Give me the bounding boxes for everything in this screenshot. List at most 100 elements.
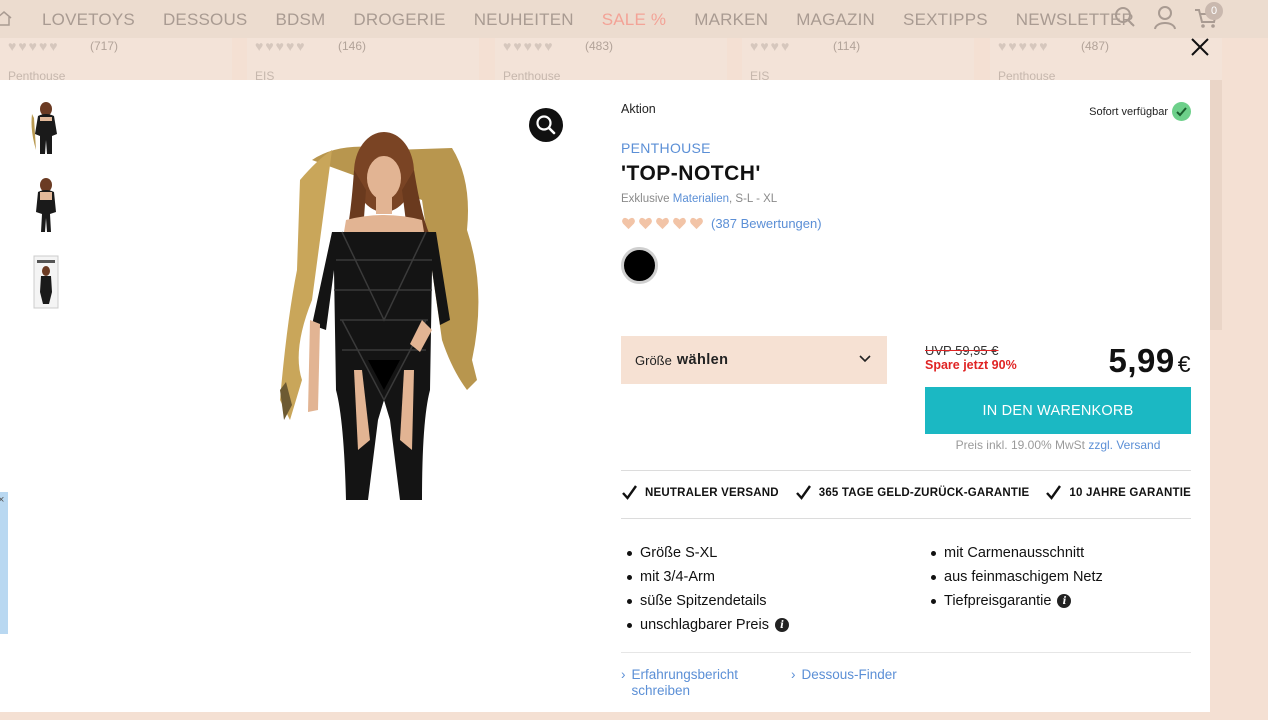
reviews-link[interactable]: (387 Bewertungen) (711, 216, 822, 231)
feature-list-left: Größe S-XL mit 3/4-Arm süße Spitzendetai… (627, 541, 789, 637)
color-swatch-black[interactable] (621, 247, 658, 284)
close-icon[interactable] (1188, 35, 1212, 59)
nav-lovetoys[interactable]: LOVETOYS (42, 10, 135, 30)
rating-count: (146) (338, 39, 367, 53)
guarantee-text: NEUTRALER VERSAND (645, 486, 779, 499)
info-icon[interactable]: i (1057, 594, 1072, 608)
feature-item: mit Carmenausschnitt (931, 541, 1103, 565)
cart-count-badge: 0 (1205, 2, 1223, 20)
feature-item: süße Spitzendetails (627, 589, 789, 613)
rating-stars: ♥♥♥♥ (750, 38, 792, 54)
feature-item: mit 3/4-Arm (627, 565, 789, 589)
finder-link-text: Dessous-Finder (801, 667, 897, 682)
close-icon[interactable]: × (0, 494, 4, 506)
rating-count: (114) (833, 39, 861, 53)
side-feedback-tab[interactable] (0, 492, 8, 634)
price: 5,99 € (1108, 342, 1191, 380)
background-card-edge (1210, 80, 1222, 330)
rating-stars: ♥♥♥♥♥ (998, 38, 1050, 54)
guarantee-list: NEUTRALER VERSAND 365 TAGE GELD-ZURÜCK-G… (621, 484, 1191, 501)
product-subtitle: Exklusive Materialien, S-L - XL (621, 193, 777, 205)
chevron-down-icon (859, 355, 871, 363)
nav-neuheiten[interactable]: NEUHEITEN (474, 10, 574, 30)
rating-count: (483) (585, 39, 614, 53)
rating-stars: ♥♥♥♥♥ (503, 38, 555, 54)
chevron-right-icon: › (621, 667, 626, 682)
feature-text: süße Spitzendetails (640, 593, 767, 609)
divider (621, 470, 1191, 471)
savings-label: Spare jetzt 90% (925, 358, 1017, 372)
feature-item: Tiefpreisgarantie i (931, 589, 1103, 613)
thumbnail-package[interactable] (28, 252, 64, 312)
rating-stars: ♥♥♥♥♥ (255, 38, 307, 54)
info-icon[interactable]: i (774, 618, 789, 632)
dessous-finder-link[interactable]: › Dessous-Finder (791, 667, 897, 699)
tax-note: Preis inkl. 19.00% MwSt zzgl. Versand (925, 438, 1191, 452)
review-link-text: Erfahrungsbericht schreiben (631, 667, 739, 698)
search-icon[interactable] (1114, 6, 1136, 28)
shipping-link[interactable]: zzgl. Versand (1088, 438, 1160, 452)
feature-text: aus feinmaschigem Netz (944, 569, 1103, 585)
check-circle-icon (1172, 102, 1191, 121)
thumbnail-front[interactable] (28, 100, 64, 160)
checkmark-icon (1046, 485, 1062, 500)
price-value: 5,99 (1108, 342, 1175, 379)
product-brand[interactable]: PENTHOUSE (621, 140, 711, 156)
availability-status: Sofort verfügbar (1089, 102, 1191, 121)
availability-text: Sofort verfügbar (1089, 105, 1168, 118)
guarantee-item: 365 TAGE GELD-ZURÜCK-GARANTIE (795, 484, 1030, 501)
background-product-row: ♥♥♥♥♥ (717) Penthouse ♥♥♥♥♥ (146) EIS ♥♥… (0, 38, 1222, 328)
size-label: Größe (635, 352, 672, 368)
checkmark-icon (795, 485, 811, 500)
price-currency: € (1177, 351, 1191, 377)
materials-link[interactable]: Materialien (673, 193, 729, 205)
rating-stars: ♥♥♥♥♥ (8, 38, 60, 54)
heart-icon (673, 217, 686, 230)
feature-list-right: mit Carmenausschnitt aus feinmaschigem N… (931, 541, 1103, 613)
thumbnail-list (28, 100, 64, 328)
guarantee-text: 365 TAGE GELD-ZURÜCK-GARANTIE (818, 486, 1030, 499)
feature-text: Tiefpreisgarantie (944, 593, 1052, 609)
tax-text: Preis inkl. 19.00% MwSt (955, 438, 1089, 452)
nav-dessous[interactable]: DESSOUS (163, 10, 248, 30)
review-link[interactable]: › Erfahrungsbericht schreiben (621, 667, 791, 699)
guarantee-item: NEUTRALER VERSAND (621, 484, 779, 501)
guarantee-item: 10 JAHRE GARANTIE (1045, 484, 1191, 501)
checkmark-icon (622, 485, 637, 500)
product-image (280, 132, 479, 500)
heart-icon (690, 217, 703, 230)
feature-item: aus feinmaschigem Netz (931, 565, 1103, 589)
size-action: wählen (676, 352, 729, 368)
guarantee-text: 10 JAHRE GARANTIE (1069, 486, 1191, 499)
size-select[interactable]: Größe wählen (621, 336, 887, 384)
feature-text: mit 3/4-Arm (640, 569, 715, 585)
feature-item: unschlagbarer Preis i (627, 613, 789, 637)
nav-magazin[interactable]: MAGAZIN (796, 10, 875, 30)
magnifier-icon (536, 115, 556, 135)
feature-text: Größe S-XL (640, 545, 718, 561)
add-to-cart-button[interactable]: IN DEN WARENKORB (925, 387, 1191, 434)
subtitle-sizes: , S-L - XL (729, 193, 778, 205)
product-title: 'TOP-NOTCH' (621, 162, 761, 185)
quickview-modal: Aktion Sofort verfügbar PENTHOUSE 'TOP-N… (0, 80, 1210, 712)
thumbnail-back[interactable] (28, 176, 64, 236)
user-icon[interactable] (1154, 6, 1176, 30)
chevron-right-icon: › (791, 667, 796, 682)
heart-icon (639, 217, 652, 230)
nav-bdsm[interactable]: BDSM (275, 10, 325, 30)
home-icon[interactable] (0, 10, 12, 26)
nav-sextipps[interactable]: SEXTIPPS (903, 10, 988, 30)
feature-text: mit Carmenausschnitt (944, 545, 1085, 561)
divider (621, 652, 1191, 653)
nav-sale[interactable]: SALE % (602, 10, 667, 30)
heart-icon (622, 217, 635, 230)
rating: (387 Bewertungen) (621, 216, 822, 231)
uvp-price: UVP 59,95 € (925, 343, 999, 358)
zoom-button[interactable] (529, 108, 563, 142)
subtitle-prefix: Exklusive (621, 193, 673, 205)
nav-marken[interactable]: MARKEN (694, 10, 768, 30)
rating-count: (487) (1081, 39, 1110, 53)
feature-item: Größe S-XL (627, 541, 789, 565)
nav-drogerie[interactable]: DROGERIE (353, 10, 445, 30)
feature-text: unschlagbarer Preis (640, 617, 769, 633)
